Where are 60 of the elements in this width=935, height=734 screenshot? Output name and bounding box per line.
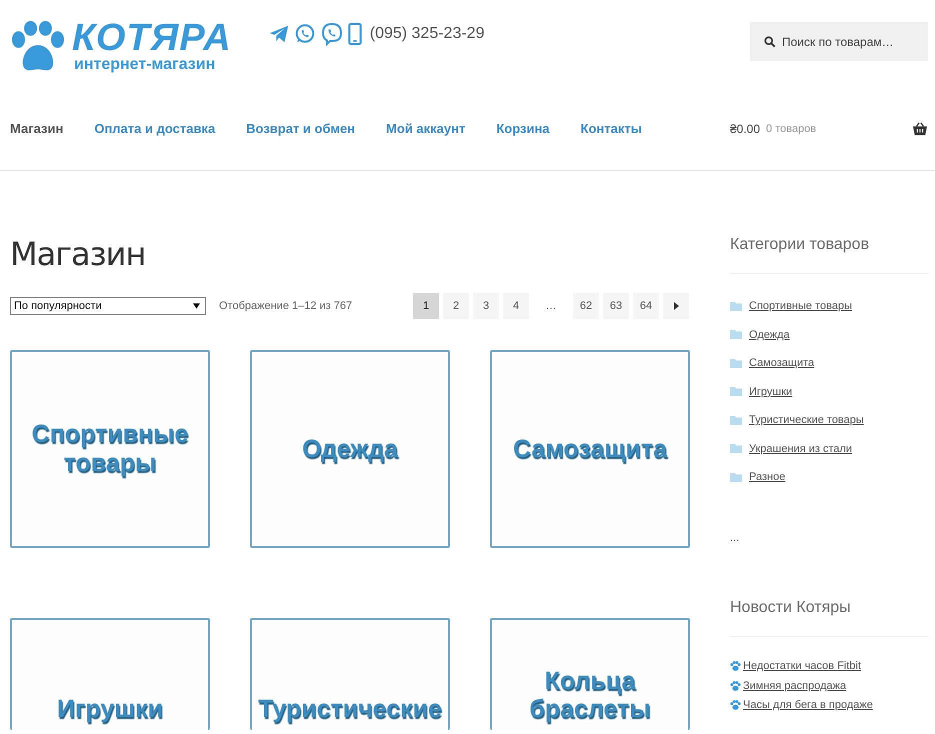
folder-icon [730,302,742,311]
sort-select[interactable]: По популярности [10,297,206,315]
logo-subtitle: интернет-магазин [74,56,216,74]
category-link[interactable]: Туристические товары [749,414,864,426]
category-tile[interactable]: Одежда [250,350,450,548]
dropdown-arrow-icon [193,303,200,309]
category-link[interactable]: Украшения из стали [749,442,852,455]
page-link[interactable]: 1 [413,293,439,319]
category-tile[interactable]: Кольца браслеты [490,618,690,730]
phone-number[interactable]: (095) 325-23-29 [370,25,484,43]
page-title: Магазин [10,235,146,273]
folder-icon [730,358,742,368]
next-page-button[interactable] [663,293,689,319]
chat-phone-icon[interactable] [294,23,316,45]
widget-title: Категории товаров [730,236,929,274]
paw-icon [730,680,741,691]
category-link[interactable]: Самозащита [749,357,814,370]
mobile-phone-icon[interactable] [348,22,362,46]
folder-icon [730,416,742,425]
folder-icon [730,472,742,482]
search-icon [764,36,776,48]
nav-link[interactable]: Магазин [10,121,64,136]
paw-icon [730,700,741,710]
result-count: Отображение 1–12 из 767 [219,300,352,312]
folder-icon [730,330,742,340]
paw-icon [730,661,741,672]
nav-link[interactable]: Мой аккаунт [386,121,466,136]
nav-link[interactable]: Оплата и доставка [94,121,216,136]
ellipsis-text: ... [730,532,740,544]
page-link[interactable]: 62 [573,293,599,319]
nav-link[interactable]: Возврат и обмен [246,121,356,136]
page-link[interactable]: 3 [473,293,499,319]
news-link[interactable]: Часы для бега в продаже [743,699,873,712]
page-link[interactable]: 4 [503,293,529,319]
category-tile[interactable]: Спортивные товары [10,350,210,548]
news-link[interactable]: Недостатки часов Fitbit [743,660,862,672]
page-link[interactable]: 63 [603,293,629,319]
category-link[interactable]: Спортивные товары [749,300,852,312]
category-link[interactable]: Игрушки [749,386,792,398]
widget-title: Новости Котяры [730,598,929,636]
category-link[interactable]: Одежда [749,328,790,341]
category-tile[interactable]: Игрушки [10,618,210,730]
search-field[interactable]: Поиск по товарам… [750,22,928,61]
pagination-ellipsis: … [544,299,558,314]
basket-icon[interactable] [912,122,928,136]
page-link[interactable]: 2 [443,293,469,319]
category-tile[interactable]: Самозащита [490,350,690,548]
nav-link[interactable]: Контакты [580,121,642,136]
cart-total[interactable]: ₴0.00 [730,122,760,136]
folder-icon [730,387,742,396]
folder-icon [730,444,742,454]
news-link[interactable]: Зимняя распродажа [743,680,846,692]
paw-logo-icon [10,21,66,73]
paper-plane-icon[interactable] [268,23,290,45]
chat-phone-icon[interactable] [320,22,344,46]
category-tile[interactable]: Туристические [250,618,450,730]
nav-link[interactable]: Корзина [496,121,550,136]
page-link[interactable]: 64 [633,293,659,319]
right-triangle-icon [674,302,678,310]
category-link[interactable]: Разное [749,471,786,484]
